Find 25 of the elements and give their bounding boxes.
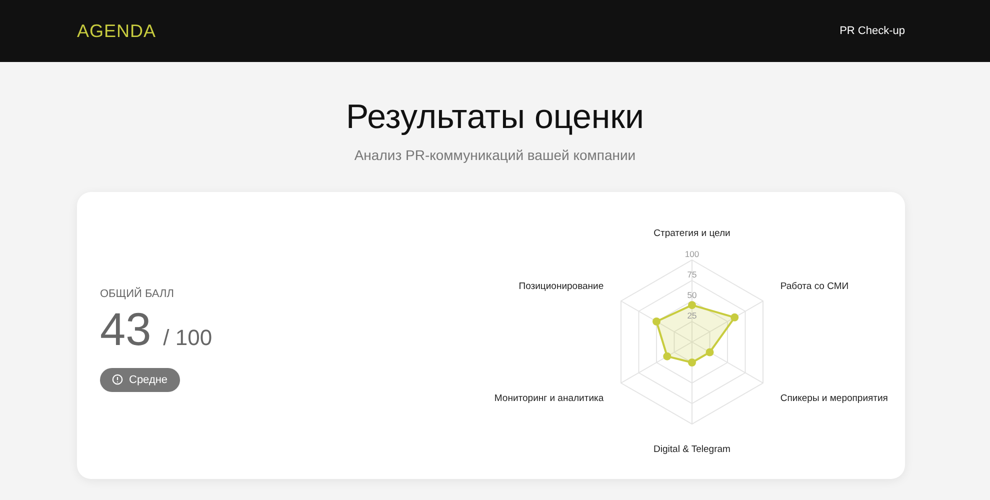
logo[interactable]: AGENDA xyxy=(77,20,156,42)
badge-label: Средне xyxy=(129,374,168,386)
data-point xyxy=(706,348,714,356)
tick-label: 25 xyxy=(687,310,697,320)
data-point xyxy=(652,317,660,325)
data-point xyxy=(688,358,696,366)
axis-label: Digital & Telegram xyxy=(654,444,730,454)
score-label: ОБЩИЙ БАЛЛ xyxy=(100,288,174,300)
axis-label: Мониторинг и аналитика xyxy=(494,392,604,404)
data-point xyxy=(663,352,672,360)
page-title: Результаты оценки xyxy=(344,98,646,137)
tick-label: 75 xyxy=(687,269,697,279)
nav-link[interactable]: PR Check-up xyxy=(840,25,905,37)
score-value: 43 xyxy=(100,306,152,352)
axis-label: Позиционирование xyxy=(518,280,604,292)
axis-label: Стратегия и цели xyxy=(654,228,730,238)
axis-label: Работа со СМИ xyxy=(780,280,849,292)
axis-label: Спикеры и мероприятия xyxy=(780,392,888,404)
tick-label: 100 xyxy=(684,248,700,258)
score-max: / 100 xyxy=(163,324,212,350)
data-point xyxy=(730,312,739,321)
data-point xyxy=(688,300,696,309)
info-icon xyxy=(112,374,123,385)
page-subtitle: Анализ PR-коммуникаций вашей компании xyxy=(353,147,637,163)
tick-label: 50 xyxy=(687,290,697,300)
